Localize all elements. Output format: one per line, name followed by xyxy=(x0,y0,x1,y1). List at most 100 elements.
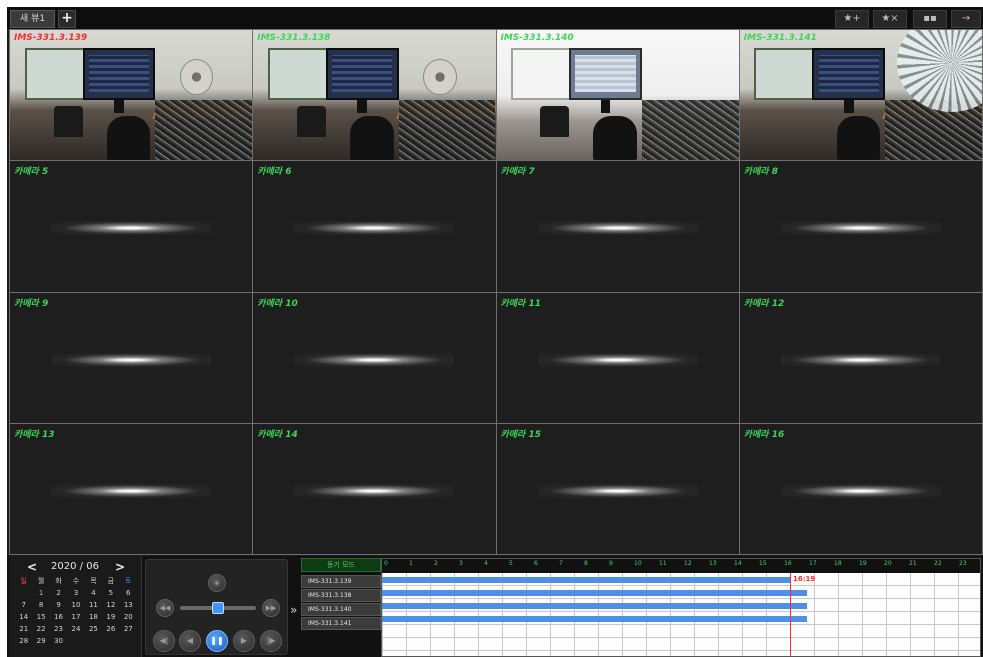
camera-tile[interactable]: 카메라 11 xyxy=(496,292,739,423)
calendar-day[interactable]: 29 xyxy=(32,636,49,646)
calendar-day[interactable]: 22 xyxy=(32,624,49,634)
timeline-hour-tick: 13 xyxy=(709,560,717,567)
rewind-icon[interactable]: ◀ xyxy=(179,630,201,652)
device-row[interactable]: IMS-331.3.138 xyxy=(301,589,381,602)
playback-controls: ◈ ◀◀ ▶▶ ◀| ◀ ❚❚ ▶ |▶ xyxy=(145,559,288,655)
calendar-day[interactable]: 24 xyxy=(67,624,84,634)
camera-tile[interactable]: 카메라 6 xyxy=(253,161,496,292)
speed-slider[interactable] xyxy=(180,602,256,614)
device-row[interactable]: IMS-331.3.140 xyxy=(301,603,381,616)
camera-tile[interactable]: 카메라 14 xyxy=(253,423,496,554)
device-row[interactable]: IMS-331.3.141 xyxy=(301,617,381,630)
add-tab-button[interactable]: + xyxy=(58,10,76,28)
camera-tile[interactable]: 카메라 8 xyxy=(739,161,982,292)
calendar-day[interactable]: 9 xyxy=(50,600,67,610)
calendar-day[interactable]: 10 xyxy=(67,600,84,610)
timeline-hour-tick: 3 xyxy=(459,560,463,567)
prev-month-button[interactable]: < xyxy=(27,560,37,574)
calendar-day[interactable]: 7 xyxy=(15,600,32,610)
calendar-day[interactable]: 12 xyxy=(102,600,119,610)
calendar-day[interactable]: 11 xyxy=(85,600,102,610)
camera-tile[interactable]: IMS-331.3.140 xyxy=(496,30,739,161)
timeline-hour-tick: 6 xyxy=(534,560,538,567)
timeline-hour-tick: 10 xyxy=(634,560,642,567)
camera-tile[interactable]: IMS-331.3.141 xyxy=(739,30,982,161)
calendar-day[interactable]: 21 xyxy=(15,624,32,634)
weekday-label: 금 xyxy=(107,577,115,585)
calendar-day[interactable]: 28 xyxy=(15,636,32,646)
recording-bar[interactable] xyxy=(382,590,807,596)
calendar-header: < 2020 / 06 > xyxy=(9,560,142,574)
calendar-day[interactable]: 5 xyxy=(102,588,119,598)
camera-label: IMS-331.3.139 xyxy=(14,33,88,43)
play-icon[interactable]: ▶ xyxy=(233,630,255,652)
recording-timeline[interactable]: 0 1 2 3 4 5 6 7 8 9 10 11 12 13 14 15 16 17 18 19 20 21 22 23 1… xyxy=(381,558,981,657)
pause-icon[interactable]: ❚❚ xyxy=(206,630,228,652)
calendar-day[interactable]: 18 xyxy=(85,612,102,622)
calendar-day[interactable]: 8 xyxy=(32,600,49,610)
camera-tile[interactable]: IMS-331.3.138 xyxy=(253,30,496,161)
sync-mode-button[interactable]: 동기 모드 xyxy=(301,558,381,572)
camera-tile[interactable]: 카메라 16 xyxy=(739,423,982,554)
step-forward-icon[interactable]: |▶ xyxy=(260,630,282,652)
skip-back-icon[interactable]: ◀◀ xyxy=(156,599,174,617)
timeline-hour-tick: 0 xyxy=(384,560,388,567)
camera-tile[interactable]: 카메라 13 xyxy=(10,423,253,554)
speed-slider-knob[interactable] xyxy=(212,602,224,614)
camera-tile[interactable]: 카메라 5 xyxy=(10,161,253,292)
camera-video xyxy=(253,30,496,161)
no-signal-flare xyxy=(780,221,941,236)
calendar-day[interactable]: 16 xyxy=(50,612,67,622)
calendar-day[interactable]: 13 xyxy=(120,600,137,610)
calendar-day[interactable]: 1 xyxy=(32,588,49,598)
recording-bar[interactable] xyxy=(382,603,807,609)
calendar-day[interactable]: 4 xyxy=(85,588,102,598)
calendar-day[interactable]: 6 xyxy=(120,588,137,598)
calendar-day[interactable]: 26 xyxy=(102,624,119,634)
favorite-add-button[interactable]: ★+ xyxy=(835,10,869,28)
expand-panel-button[interactable]: » xyxy=(290,603,297,617)
step-back-icon[interactable]: ◀| xyxy=(153,630,175,652)
device-row[interactable]: IMS-331.3.139 xyxy=(301,575,381,588)
calendar-day[interactable]: 19 xyxy=(102,612,119,622)
exit-button[interactable]: → xyxy=(951,10,981,28)
camera-tile[interactable]: 카메라 12 xyxy=(739,292,982,423)
skip-forward-icon[interactable]: ▶▶ xyxy=(262,599,280,617)
timeline-hour-tick: 16 xyxy=(784,560,792,567)
timeline-hour-tick: 15 xyxy=(759,560,767,567)
view-tab[interactable]: 새 뷰1 xyxy=(10,10,55,28)
recording-bar[interactable] xyxy=(382,577,790,583)
timeline-grid[interactable] xyxy=(382,573,980,656)
layout-grid-button[interactable]: ▪▪ xyxy=(913,10,947,28)
calendar-day[interactable]: 3 xyxy=(67,588,84,598)
calendar-day[interactable]: 25 xyxy=(85,624,102,634)
calendar-day[interactable]: 27 xyxy=(120,624,137,634)
camera-tile[interactable]: 카메라 15 xyxy=(496,423,739,554)
calendar-day[interactable]: 20 xyxy=(120,612,137,622)
calendar-day[interactable]: 15 xyxy=(32,612,49,622)
calendar-day[interactable]: 23 xyxy=(50,624,67,634)
month-label: 2020 / 06 xyxy=(51,561,99,572)
calendar: < 2020 / 06 > 일 월 화 수 목 금 토 1 2 3 4 5 6 7 8 9 10 11 12 13 14… xyxy=(9,556,142,657)
camera-label: 카메라 15 xyxy=(500,429,542,440)
camera-tile[interactable]: 카메라 9 xyxy=(10,292,253,423)
current-time-marker[interactable] xyxy=(790,573,791,656)
calendar-day[interactable]: 30 xyxy=(50,636,67,646)
calendar-days: 일 월 화 수 목 금 토 1 2 3 4 5 6 7 8 9 10 11 12 13 14 15 16 17 18 19 20 21… xyxy=(15,576,137,646)
camera-label: 카메라 7 xyxy=(500,167,535,178)
timeline-hour-tick: 1 xyxy=(409,560,413,567)
favorite-remove-button[interactable]: ★× xyxy=(873,10,907,28)
next-month-button[interactable]: > xyxy=(115,560,125,574)
weekday-label: 수 xyxy=(72,577,80,585)
recording-bar[interactable] xyxy=(382,616,807,622)
jog-up-icon[interactable]: ◈ xyxy=(208,574,226,592)
calendar-day[interactable]: 17 xyxy=(67,612,84,622)
camera-tile[interactable]: IMS-331.3.139 xyxy=(10,30,253,161)
no-signal-flare xyxy=(780,352,941,367)
calendar-day[interactable]: 14 xyxy=(15,612,32,622)
calendar-day[interactable]: 2 xyxy=(50,588,67,598)
camera-tile[interactable]: 카메라 10 xyxy=(253,292,496,423)
camera-label: 카메라 16 xyxy=(743,429,785,440)
top-toolbar: 새 뷰1 + ★+ ★× ▪▪ → xyxy=(7,7,983,31)
camera-tile[interactable]: 카메라 7 xyxy=(496,161,739,292)
